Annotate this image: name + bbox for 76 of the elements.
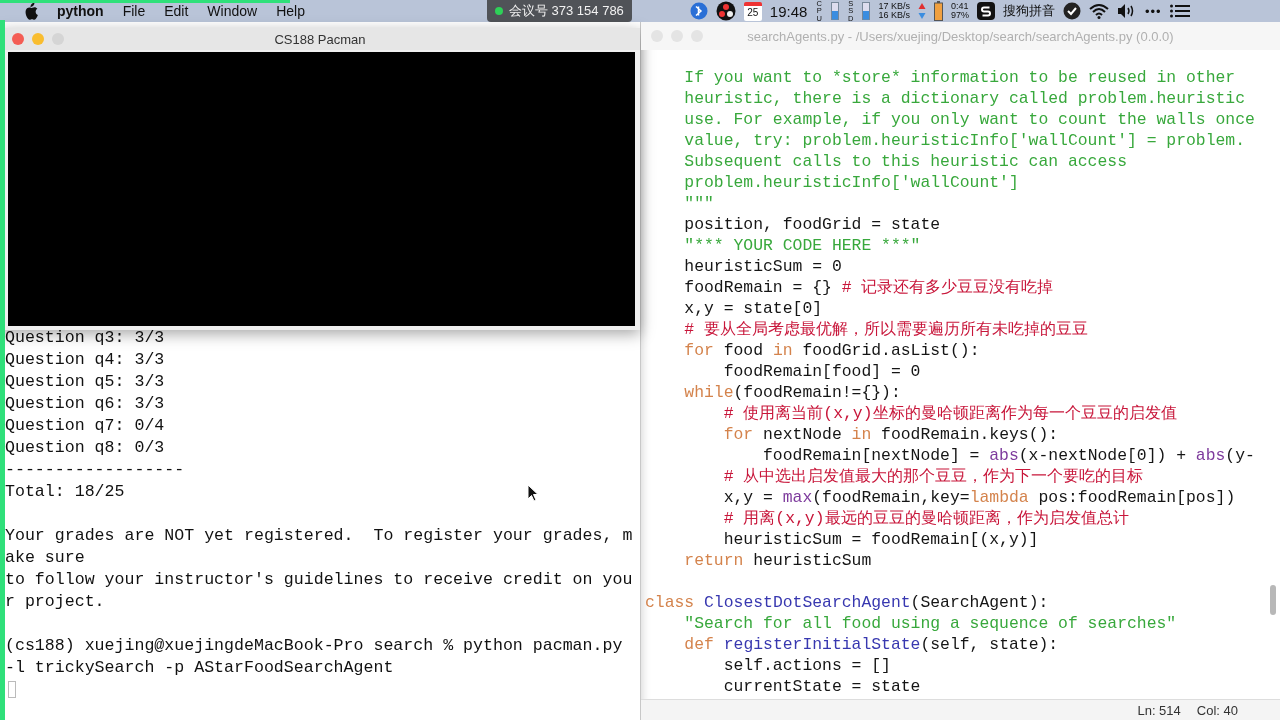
meeting-badge[interactable]: 会议号 373 154 786 <box>486 0 632 22</box>
terminal-line: r project. <box>5 591 105 613</box>
menu-item[interactable]: Window <box>207 3 258 19</box>
terminal-line: Question q3: 3/3 <box>5 327 165 349</box>
code-line: # 从中选出启发值最大的那个豆豆，作为下一个要吃的目标 <box>722 466 1144 487</box>
code-line: return heuristicSum <box>683 550 872 571</box>
code-line: x,y = state[0] <box>683 298 823 319</box>
record-icon[interactable] <box>715 1 736 21</box>
calendar-icon[interactable]: 25 <box>743 1 762 21</box>
input-method-label[interactable]: 搜狗拼音 <box>1002 2 1055 20</box>
transfer-arrows-icon[interactable] <box>917 2 926 20</box>
menu-item[interactable]: File <box>122 3 146 19</box>
window-title: CS188 Pacman <box>274 31 366 47</box>
app-menu[interactable]: python <box>57 3 104 19</box>
code-line: # 要从全局考虑最优解，所以需要遍历所有未吃掉的豆豆 <box>683 319 1089 340</box>
battery-time: 0:41 <box>950 2 969 11</box>
clock[interactable]: 19:48 <box>769 2 808 20</box>
battery-icon[interactable] <box>933 1 943 21</box>
download-speed: 16 KB/s <box>878 11 910 20</box>
code-line: problem.heuristicInfo['wallCount'] <box>683 172 1019 193</box>
code-line: # 使用离当前(x,y)坐标的曼哈顿距离作为每一个豆豆的启发值 <box>722 403 1177 424</box>
code-line: # 用离(x,y)最远的豆豆的曼哈顿距离，作为启发值总计 <box>722 508 1129 529</box>
window-title: searchAgents.py - /Users/xuejing/Desktop/search/searchAgents.py (0.0.0) <box>747 28 1174 44</box>
code-line: value, try: problem.heuristicInfo['wallCount'] = problem. <box>683 130 1245 151</box>
terminal-line: Total: 18/25 <box>5 481 125 503</box>
battery-percent: 97% <box>950 11 969 20</box>
code-line: class ClosestDotSearchAgent(SearchAgent): <box>645 592 1049 613</box>
code-line: foodRemain[food] = 0 <box>722 361 921 382</box>
code-line: "*** YOUR CODE HERE ***" <box>683 235 921 256</box>
close-button[interactable] <box>12 33 24 45</box>
terminal-line: Question q4: 3/3 <box>5 349 165 371</box>
terminal-line: Your grades are NOT yet registered. To register your grades, m <box>5 525 633 547</box>
code-line: position, foodGrid = state <box>683 214 941 235</box>
code-line: """ <box>683 193 714 214</box>
code-line: x,y = max(foodRemain,key=lambda pos:foodRemain[pos]) <box>722 487 1236 508</box>
code-line: foodRemain = {} # 记录还有多少豆豆没有吃掉 <box>683 277 1054 298</box>
meter-icon[interactable] <box>830 2 839 20</box>
app-icon[interactable] <box>689 2 708 20</box>
terminal-line: Question q6: 3/3 <box>5 393 165 415</box>
terminal-line: ake sure <box>5 547 85 569</box>
scrollbar-thumb[interactable] <box>1270 585 1276 615</box>
terminal-line: -l trickySearch -p AStarFoodSearchAgent <box>5 657 394 679</box>
meter-icon[interactable] <box>862 2 871 20</box>
wifi-icon[interactable] <box>1088 3 1109 19</box>
code-line: foodRemain[nextNode] = abs(x-nextNode[0]) + abs(y- <box>762 445 1255 466</box>
terminal-line: Question q7: 0/4 <box>5 415 165 437</box>
code-line: If you want to *store* information to be reused in other <box>683 67 1236 88</box>
code-line: currentState = state <box>722 676 921 697</box>
menu-item[interactable]: Edit <box>164 3 189 19</box>
terminal-line: (cs188) xuejing@xuejingdeMacBook-Pro search % python pacman.py <box>5 635 623 657</box>
menu-item[interactable]: Help <box>276 3 305 19</box>
code-line: self.actions = [] <box>722 655 891 676</box>
code-line: Subsequent calls to this heuristic can access <box>683 151 1127 172</box>
code-line: heuristicSum = 0 <box>683 256 842 277</box>
code-line: heuristic, there is a dictionary called problem.heuristic <box>683 88 1245 109</box>
code-line: for food in foodGrid.asList(): <box>683 340 980 361</box>
code-line: use. For example, if you only want to count the walls once <box>683 109 1255 130</box>
menu-icon[interactable] <box>1169 4 1190 18</box>
code-line: while(foodRemain!={}): <box>683 382 901 403</box>
upload-speed: 17 KB/s <box>878 2 910 11</box>
terminal-line: ------------------ <box>5 459 185 481</box>
line-number-status: Ln: 514 <box>1137 702 1181 718</box>
terminal-line: to follow your instructor's guidelines to receive credit on you <box>5 569 633 591</box>
code-line: "Search for all food using a sequence of searches" <box>683 613 1177 634</box>
input-method-icon[interactable] <box>976 2 995 20</box>
code-line: def registerInitialState(self, state): <box>683 634 1059 655</box>
check-badge-icon[interactable] <box>1062 2 1081 20</box>
terminal-line: Question q8: 0/3 <box>5 437 165 459</box>
minimize-button[interactable] <box>32 33 44 45</box>
code-line: heuristicSum = foodRemain[(x,y)] <box>722 529 1039 550</box>
column-status: Col: 40 <box>1196 702 1238 718</box>
terminal-line: Question q5: 3/3 <box>5 371 165 393</box>
terminal-cursor <box>8 681 16 698</box>
code-line: for nextNode in foodRemain.keys(): <box>722 424 1059 445</box>
more-menu[interactable]: ••• <box>1144 3 1162 19</box>
mouse-pointer-icon <box>527 484 539 502</box>
